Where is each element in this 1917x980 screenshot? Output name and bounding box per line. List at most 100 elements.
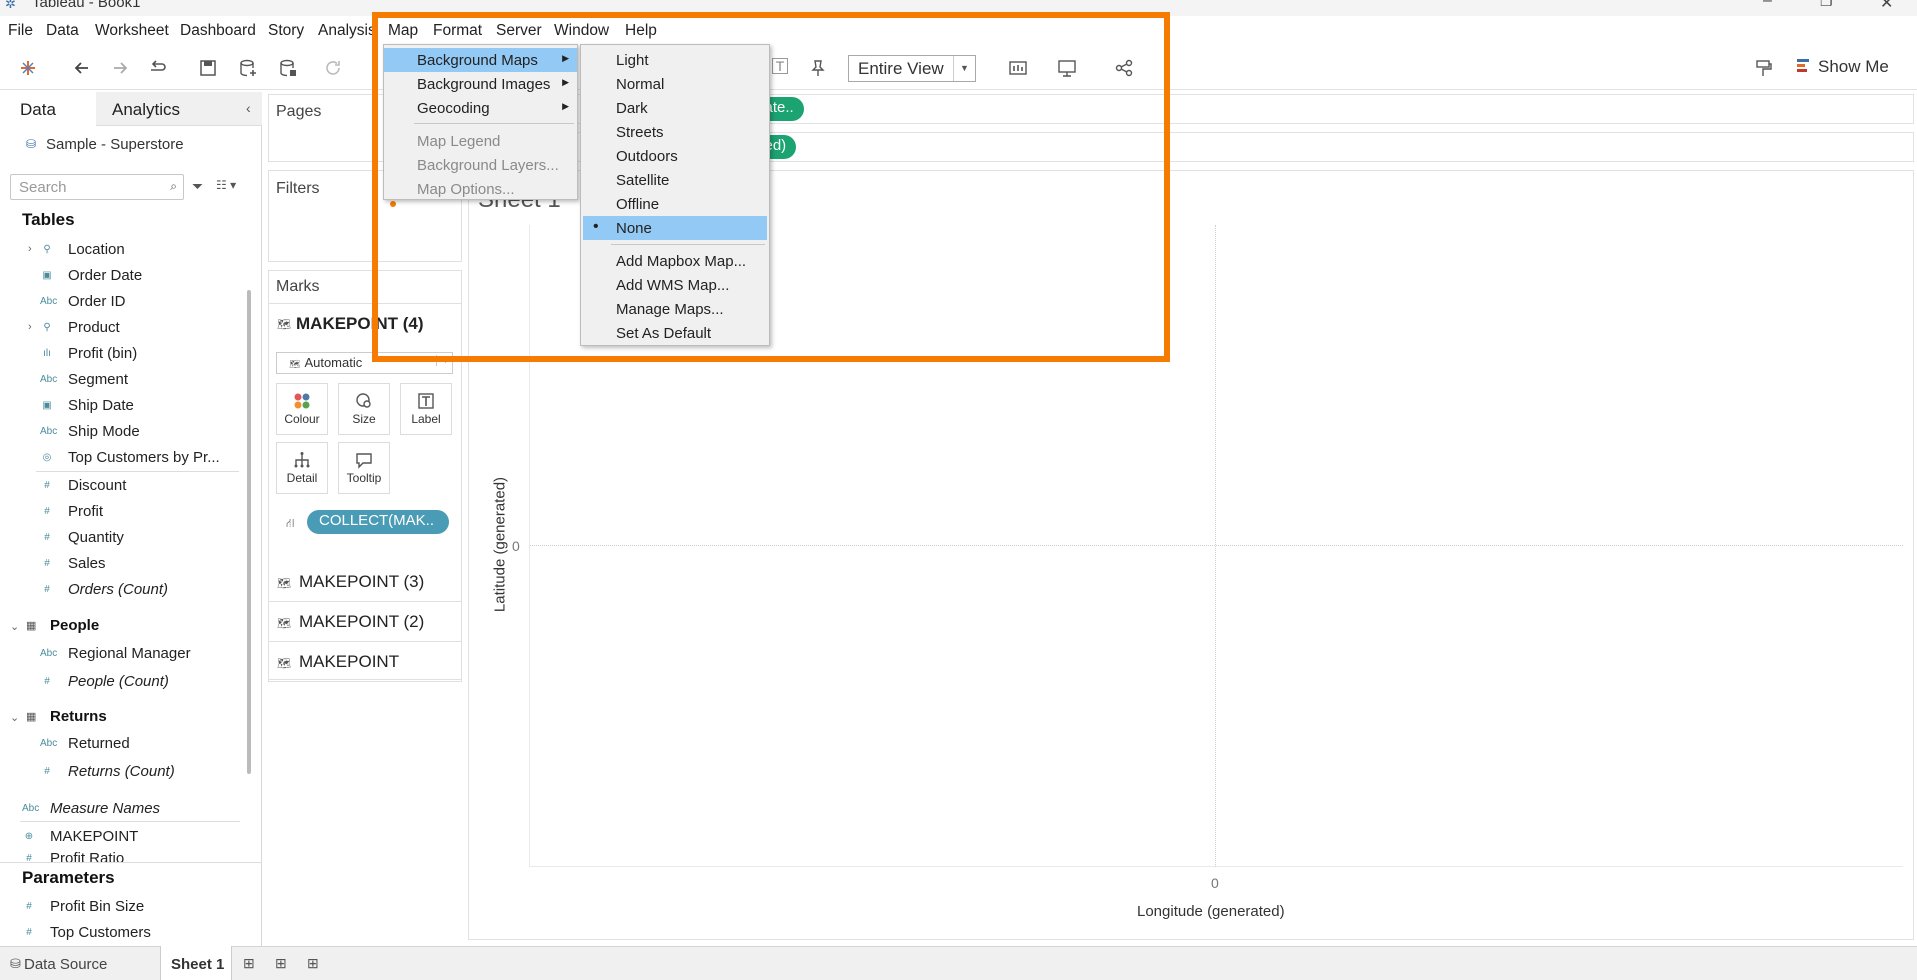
menu-analysis[interactable]: Analysis	[318, 22, 376, 40]
field-top-customers-set[interactable]: ◎ Top Customers by Pr...	[40, 449, 220, 466]
map-layer-icon: 🗺	[277, 578, 291, 590]
collapse-pane-icon[interactable]: ‹	[246, 100, 251, 116]
undo-icon[interactable]	[72, 58, 92, 78]
string-icon: Abc	[40, 374, 58, 385]
date-icon: ▣	[42, 270, 52, 281]
field-sales[interactable]: # Sales	[40, 555, 105, 572]
number-icon: #	[44, 506, 50, 517]
size-button[interactable]: Size	[338, 383, 390, 435]
field-profit-bin[interactable]: ılı Profit (bin)	[40, 345, 137, 362]
new-story-icon[interactable]: ⊞	[307, 955, 319, 972]
field-ship-date[interactable]: ▣ Ship Date	[40, 397, 134, 414]
y-zero-gridline	[530, 545, 1903, 546]
number-icon: #	[44, 480, 50, 491]
number-icon: #	[26, 901, 32, 912]
field-discount[interactable]: # Discount	[40, 477, 126, 494]
returns-header[interactable]: Returns	[50, 708, 107, 725]
param-top-customers[interactable]: # Top Customers	[22, 924, 151, 941]
label-icon	[401, 390, 451, 412]
menu-file[interactable]: File	[8, 22, 33, 40]
new-worksheet-icon[interactable]: ⊞	[243, 955, 255, 972]
detail-small-icon: ⛙	[286, 516, 295, 530]
pause-datasource-icon[interactable]	[278, 58, 298, 78]
number-icon: #	[44, 532, 50, 543]
label-button[interactable]: Label	[400, 383, 452, 435]
bin-icon: ılı	[43, 348, 51, 359]
menu-data[interactable]: Data	[46, 22, 79, 40]
number-icon: #	[44, 766, 50, 777]
data-source-tab[interactable]: Data Source	[24, 956, 107, 973]
field-returns-count[interactable]: # Returns (Count)	[40, 763, 175, 780]
geo-icon: ⊕	[24, 831, 34, 842]
field-profit-ratio[interactable]: # Profit Ratio	[22, 850, 124, 862]
menu-dashboard[interactable]: Dashboard	[180, 22, 256, 40]
close-icon[interactable]: ✕	[1880, 0, 1893, 13]
sheet-tab-active[interactable]: Sheet 1	[160, 946, 232, 980]
field-people-count[interactable]: # People (Count)	[40, 673, 169, 690]
search-input[interactable]: Search ⌕	[10, 174, 184, 200]
date-icon: ▣	[42, 400, 52, 411]
tableau-logo-icon: ✲	[5, 0, 16, 11]
field-returned[interactable]: Abc Returned	[40, 735, 130, 752]
refresh-icon[interactable]	[323, 58, 343, 78]
field-order-date[interactable]: ▣ Order Date	[40, 267, 142, 284]
collapse-returns-icon[interactable]: ⌄	[10, 711, 19, 724]
param-profit-bin-size[interactable]: # Profit Bin Size	[22, 898, 144, 915]
tableau-home-icon[interactable]	[18, 58, 38, 78]
redo-icon[interactable]	[110, 58, 130, 78]
x-axis-title[interactable]: Longitude (generated)	[1137, 903, 1285, 920]
colour-icon	[277, 390, 327, 412]
field-orders-count[interactable]: # Orders (Count)	[40, 581, 168, 598]
marks-layer-2[interactable]: 🗺 MAKEPOINT (2)	[268, 602, 462, 642]
save-icon[interactable]	[198, 58, 218, 78]
detail-button[interactable]: Detail	[276, 442, 328, 494]
field-product[interactable]: ⚲ Product	[40, 319, 119, 336]
field-ship-mode[interactable]: Abc Ship Mode	[40, 423, 140, 440]
expand-product-icon[interactable]: ›	[28, 321, 32, 333]
view-options-icon[interactable]: ☷ ▾	[216, 178, 236, 192]
set-icon: ◎	[42, 452, 52, 463]
menu-story[interactable]: Story	[268, 22, 304, 40]
colour-button[interactable]: Colour	[276, 383, 328, 435]
map-mark-icon: 🗺	[289, 359, 301, 369]
collect-pill[interactable]: COLLECT(MAK..	[307, 510, 449, 534]
filter-icon[interactable]: ⏷	[192, 178, 203, 195]
menu-worksheet[interactable]: Worksheet	[95, 22, 169, 40]
datasource-name[interactable]: Sample - Superstore	[46, 136, 184, 153]
show-me-icon	[1797, 58, 1811, 74]
marks-layer-1[interactable]: 🗺 MAKEPOINT	[268, 642, 462, 682]
field-makepoint[interactable]: ⊕ MAKEPOINT	[22, 828, 139, 845]
field-regional-manager[interactable]: Abc Regional Manager	[40, 645, 191, 662]
collapse-people-icon[interactable]: ⌄	[10, 620, 19, 633]
field-segment[interactable]: Abc Segment	[40, 371, 128, 388]
parameters-header: Parameters	[22, 868, 115, 887]
string-icon: Abc	[40, 426, 58, 437]
field-order-id[interactable]: Abc Order ID	[40, 293, 126, 310]
field-measure-names[interactable]: Abc Measure Names	[22, 800, 160, 817]
datasource-icon: ⛁	[26, 137, 37, 151]
people-header[interactable]: People	[50, 617, 99, 634]
y-axis-title[interactable]: Latitude (generated)	[492, 475, 509, 615]
field-quantity[interactable]: # Quantity	[40, 529, 124, 546]
data-pane-scrollbar[interactable]	[247, 290, 251, 774]
string-icon: Abc	[40, 738, 58, 749]
new-datasource-icon[interactable]	[238, 58, 258, 78]
minimize-icon[interactable]: –	[1763, 0, 1772, 10]
marks-layer-3[interactable]: 🗺 MAKEPOINT (3)	[268, 562, 462, 602]
expand-location-icon[interactable]: ›	[28, 243, 32, 255]
field-profit[interactable]: # Profit	[40, 503, 103, 520]
x-zero-gridline	[1215, 225, 1216, 867]
show-me-button[interactable]: Show Me	[1818, 57, 1889, 77]
field-location[interactable]: ⚲ Location	[40, 241, 124, 258]
highlight-brush-icon[interactable]	[1754, 58, 1774, 78]
restore-icon[interactable]: ❐	[1820, 0, 1833, 10]
filters-title: Filters	[276, 180, 320, 197]
clipped-field-row: # Profit Ratio	[0, 850, 240, 862]
new-dashboard-icon[interactable]: ⊞	[275, 955, 287, 972]
tooltip-button[interactable]: Tooltip	[338, 442, 390, 494]
tab-analytics[interactable]: Analytics	[112, 100, 180, 120]
x-tick-label: 0	[1211, 875, 1219, 891]
tab-data[interactable]: Data	[20, 100, 56, 120]
plot-bottom-border	[529, 866, 1903, 867]
replay-icon[interactable]	[148, 58, 168, 78]
